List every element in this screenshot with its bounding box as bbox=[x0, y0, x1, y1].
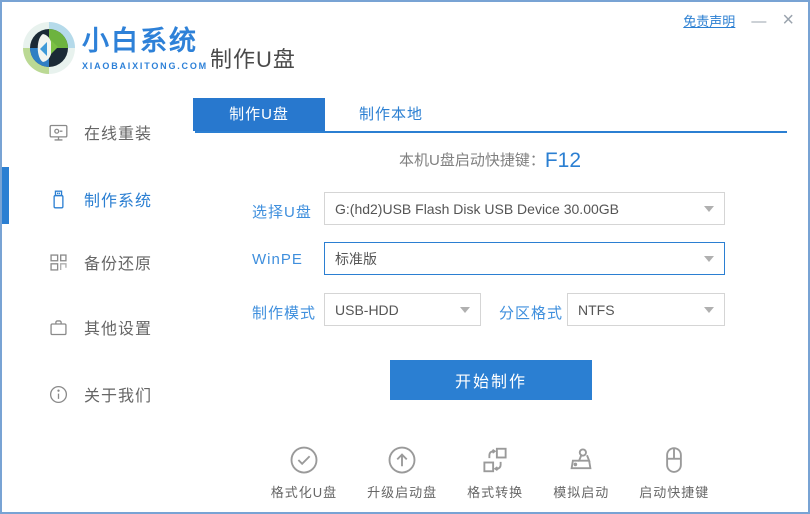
tab-underline bbox=[195, 131, 787, 133]
mouse-icon bbox=[659, 445, 689, 475]
app-site: XIAOBAIXITONG.COM bbox=[82, 61, 208, 71]
sidebar-item-about-us[interactable]: 关于我们 bbox=[2, 374, 193, 414]
winpe-dropdown[interactable]: 标准版 bbox=[324, 242, 725, 275]
chevron-down-icon bbox=[704, 256, 714, 262]
usb-drive-icon bbox=[48, 189, 69, 210]
partition-label: 分区格式 bbox=[499, 302, 563, 323]
tool-label: 格式转换 bbox=[467, 482, 523, 501]
sidebar-item-label: 关于我们 bbox=[84, 382, 152, 406]
tool-simulate-boot[interactable]: 模拟启动 bbox=[553, 445, 609, 501]
footer-toolbar: 格式化U盘 升级启动盘 格式转换 bbox=[193, 445, 787, 501]
app-logo-icon bbox=[22, 21, 76, 75]
close-button[interactable]: × bbox=[782, 10, 794, 30]
partition-value: NTFS bbox=[578, 302, 696, 318]
winpe-value: 标准版 bbox=[335, 249, 696, 269]
sidebar-item-label: 在线重装 bbox=[84, 120, 152, 144]
sidebar-item-label: 制作系统 bbox=[84, 187, 152, 211]
tool-label: 升级启动盘 bbox=[367, 482, 437, 501]
tool-upgrade-boot-disk[interactable]: 升级启动盘 bbox=[367, 445, 437, 501]
tab-bar: 制作U盘 制作本地 bbox=[193, 98, 457, 131]
start-make-button[interactable]: 开始制作 bbox=[390, 360, 592, 400]
backup-grid-icon bbox=[48, 252, 69, 273]
mode-value: USB-HDD bbox=[335, 302, 452, 318]
briefcase-icon bbox=[48, 317, 69, 338]
boot-hotkey-row: 本机U盘启动快捷键：F12 bbox=[193, 149, 787, 173]
monitor-icon bbox=[48, 122, 69, 143]
tool-label: 格式化U盘 bbox=[271, 482, 337, 501]
usb-select-value: G:(hd2)USB Flash Disk USB Device 30.00GB bbox=[335, 201, 696, 217]
boot-hotkey-value: F12 bbox=[545, 149, 581, 172]
usb-select-label: 选择U盘 bbox=[252, 201, 312, 222]
mode-dropdown[interactable]: USB-HDD bbox=[324, 293, 481, 326]
sidebar: 在线重装 制作系统 备份还原 其他设置 bbox=[2, 92, 193, 514]
mode-label: 制作模式 bbox=[252, 302, 316, 323]
app-name: 小白系统 bbox=[82, 28, 208, 55]
sidebar-item-label: 其他设置 bbox=[84, 315, 152, 339]
sidebar-item-other-settings[interactable]: 其他设置 bbox=[2, 307, 193, 347]
app-window: 免责声明 — × 小白系统 XIAOBAIXITONG.COM 制作U盘 在线重… bbox=[0, 0, 810, 514]
info-circle-icon bbox=[48, 384, 69, 405]
sidebar-item-online-reinstall[interactable]: 在线重装 bbox=[2, 112, 193, 152]
titlebar-controls: 免责声明 — × bbox=[683, 10, 794, 30]
arrow-up-circle-icon bbox=[387, 445, 417, 475]
chevron-down-icon bbox=[460, 307, 470, 313]
sidebar-item-label: 备份还原 bbox=[84, 250, 152, 274]
disclaimer-link[interactable]: 免责声明 bbox=[683, 11, 735, 30]
tab-make-local[interactable]: 制作本地 bbox=[325, 98, 457, 131]
partition-dropdown[interactable]: NTFS bbox=[567, 293, 725, 326]
chevron-down-icon bbox=[704, 307, 714, 313]
tool-format-usb[interactable]: 格式化U盘 bbox=[271, 445, 337, 501]
app-logo-text: 小白系统 XIAOBAIXITONG.COM bbox=[82, 28, 208, 71]
tool-label: 模拟启动 bbox=[553, 482, 609, 501]
tab-make-usb[interactable]: 制作U盘 bbox=[193, 98, 325, 131]
stamp-icon bbox=[566, 445, 596, 475]
sidebar-item-backup-restore[interactable]: 备份还原 bbox=[2, 242, 193, 282]
sidebar-item-make-system[interactable]: 制作系统 bbox=[2, 179, 193, 219]
tool-label: 启动快捷键 bbox=[639, 482, 709, 501]
chevron-down-icon bbox=[704, 206, 714, 212]
tool-format-convert[interactable]: 格式转换 bbox=[467, 445, 523, 501]
winpe-label: WinPE bbox=[252, 251, 303, 268]
boot-hotkey-label: 本机U盘启动快捷键： bbox=[399, 152, 545, 169]
tool-boot-hotkey[interactable]: 启动快捷键 bbox=[639, 445, 709, 501]
page-title: 制作U盘 bbox=[210, 42, 296, 74]
convert-icon bbox=[480, 445, 510, 475]
check-circle-icon bbox=[289, 445, 319, 475]
minimize-button[interactable]: — bbox=[751, 12, 766, 29]
usb-select-dropdown[interactable]: G:(hd2)USB Flash Disk USB Device 30.00GB bbox=[324, 192, 725, 225]
